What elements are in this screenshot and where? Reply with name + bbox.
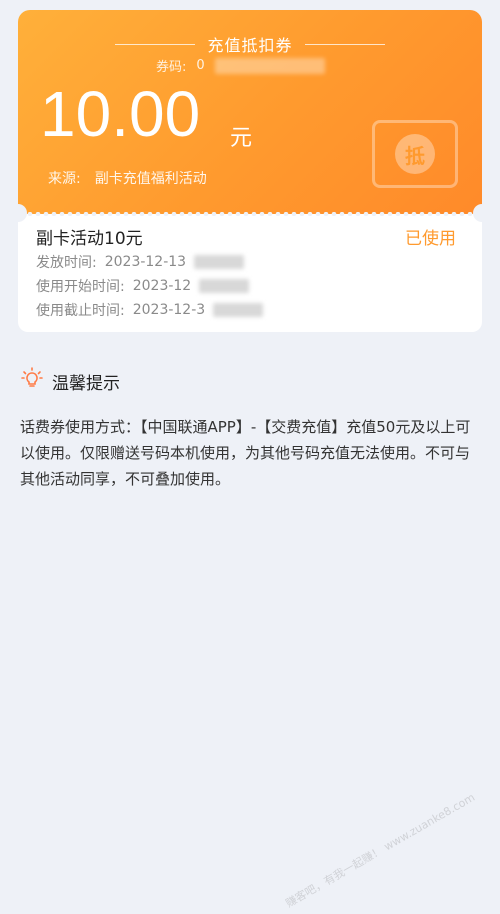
start-time-redaction <box>199 279 250 293</box>
title-divider-left <box>115 43 196 45</box>
tips-body: 话费券使用方式：【中国联通APP】-【交费充值】充值50元及以上可以使用。仅限赠… <box>20 418 471 488</box>
coupon-source: 来源: 副卡充值福利活动 <box>48 168 207 188</box>
coupon-notch-left <box>9 204 27 222</box>
coupon-divider <box>26 212 474 216</box>
end-time-row: 使用截止时间: 2023-12-3 <box>36 300 264 320</box>
coupon-header: 充值抵扣券 券码: 0 10.00 元 来源: 副卡充值福利活动 抵 <box>18 10 482 214</box>
coupon-title: 充值抵扣券 <box>207 36 293 55</box>
coupon-code-label: 券码: <box>156 60 187 75</box>
lightbulb-icon <box>20 367 44 396</box>
issue-time-value: 2023-12-13 <box>104 254 187 270</box>
coupon-source-label: 来源: <box>48 171 81 187</box>
start-time-value: 2023-12 <box>132 278 192 294</box>
start-time-label: 使用开始时间: <box>36 279 125 295</box>
end-time-label: 使用截止时间: <box>36 303 125 319</box>
tips-header: 温馨提示 <box>20 367 120 396</box>
start-time-row: 使用开始时间: 2023-12 <box>36 276 250 296</box>
coupon-source-value: 副卡充值福利活动 <box>94 171 207 187</box>
coupon-unit: 元 <box>230 126 253 151</box>
coupon-code-value: 0 <box>196 58 205 73</box>
ticket-stamp: 抵 <box>395 134 435 174</box>
coupon-notch-right <box>473 204 491 222</box>
status-badge: 已使用 <box>405 229 456 249</box>
coupon-name: 副卡活动10元 <box>36 229 143 249</box>
title-divider-right <box>304 43 385 45</box>
ticket-icon: 抵 <box>372 120 458 188</box>
coupon-title-row: 充值抵扣券 <box>18 32 482 56</box>
coupon-code-row: 券码: 0 <box>156 56 325 75</box>
issue-time-redaction <box>194 255 245 269</box>
tips-title: 温馨提示 <box>52 374 120 394</box>
watermark: 赚客吧，有我一起赚！ www.zuanke8.com <box>283 790 478 911</box>
coupon-code-redaction <box>214 57 325 74</box>
end-time-value: 2023-12-3 <box>132 302 206 318</box>
coupon-details-card[interactable]: 副卡活动10元 已使用 发放时间: 2023-12-13 使用开始时间: 202… <box>18 214 482 332</box>
issue-time-row: 发放时间: 2023-12-13 <box>36 252 245 272</box>
coupon-amount: 10.00 <box>40 78 201 150</box>
issue-time-label: 发放时间: <box>36 255 97 271</box>
end-time-redaction <box>213 303 264 317</box>
